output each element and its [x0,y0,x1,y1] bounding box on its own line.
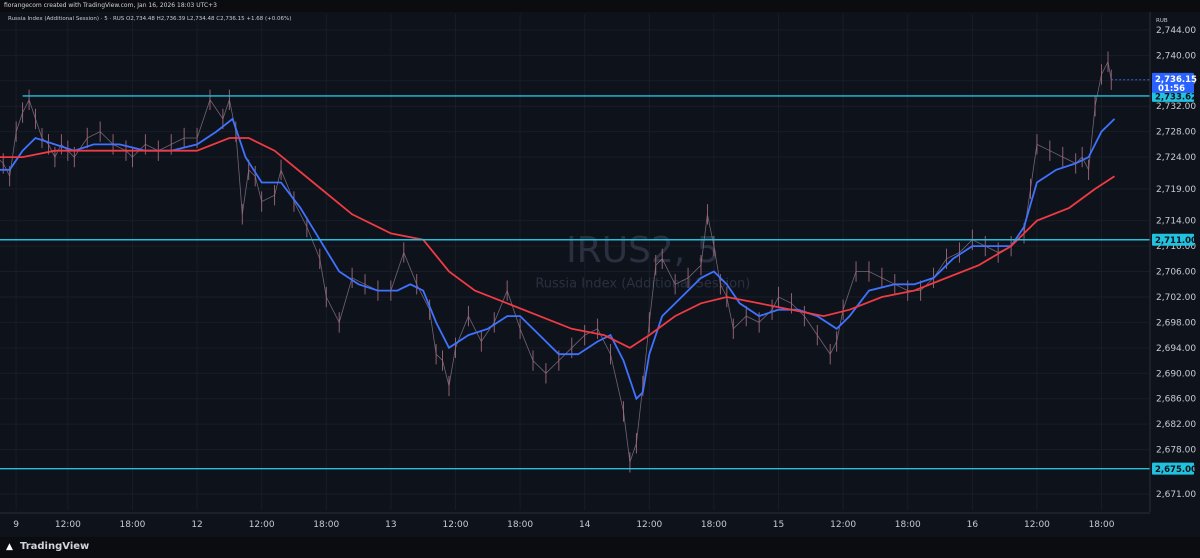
x-tick-label: 12:00 [55,520,81,530]
level-tag-label: 2,711.00 [1155,236,1197,246]
y-tick-label: 2,728.00 [1156,128,1196,138]
tradingview-brand[interactable]: ▲ TradingView [6,540,89,554]
y-tick-label: 2,744.00 [1156,26,1196,36]
x-tick-label: 12:00 [636,520,662,530]
x-tick-label: 18:00 [701,520,727,530]
x-tick-label: 18:00 [119,520,145,530]
price-chart[interactable]: IRUS2, 5 Russia Index (Additional Session… [0,0,1200,558]
tradingview-logo-icon: ▲ [6,542,13,552]
x-tick-label: 18:00 [313,520,339,530]
x-tick-label: 15 [773,520,784,530]
y-tick-label: 2,740.00 [1156,51,1196,61]
y-tick-label: 2,702.00 [1156,293,1196,303]
x-tick-label: 14 [579,520,591,530]
x-tick-label: 12:00 [249,520,275,530]
y-tick-label: 2,678.00 [1156,446,1196,456]
x-tick-label: 9 [13,520,19,530]
symbol-watermark: IRUS2, 5 [566,230,720,271]
y-tick-label: 2,690.00 [1156,369,1196,379]
y-tick-label: 2,686.00 [1156,395,1196,405]
x-tick-label: 12:00 [1024,520,1050,530]
y-tick-label: 2,724.00 [1156,153,1196,163]
x-tick-label: 12 [191,520,202,530]
currency-label: RUB [1156,18,1168,24]
level-tag-label: 2,675.00 [1155,465,1197,475]
x-tick-label: 16 [967,520,979,530]
level-tag-label: 2,733.62 [1155,92,1197,102]
x-tick-label: 13 [385,520,396,530]
y-tick-label: 2,694.00 [1156,344,1196,354]
y-tick-label: 2,671.00 [1156,490,1196,500]
y-tick-label: 2,698.00 [1156,318,1196,328]
chart-legend: Russia Index (Additional Session) · 5 · … [8,16,291,22]
y-tick-label: 2,706.00 [1156,268,1196,278]
x-tick-label: 18:00 [895,520,921,530]
countdown-label: 01:56 [1158,84,1185,94]
y-tick-label: 2,682.00 [1156,420,1196,430]
y-tick-label: 2,714.00 [1156,217,1196,227]
footer-bar [0,537,1200,558]
y-tick-label: 2,732.00 [1156,102,1196,112]
x-tick-label: 18:00 [507,520,533,530]
x-tick-label: 18:00 [1089,520,1115,530]
moving-average-slow [0,137,1115,349]
x-tick-label: 12:00 [443,520,469,530]
brand-label: TradingView [20,541,90,552]
description-watermark: Russia Index (Additional Session) [535,276,750,291]
x-tick-label: 12:00 [830,520,856,530]
y-tick-label: 2,719.00 [1156,185,1196,195]
price-line [0,60,1112,463]
